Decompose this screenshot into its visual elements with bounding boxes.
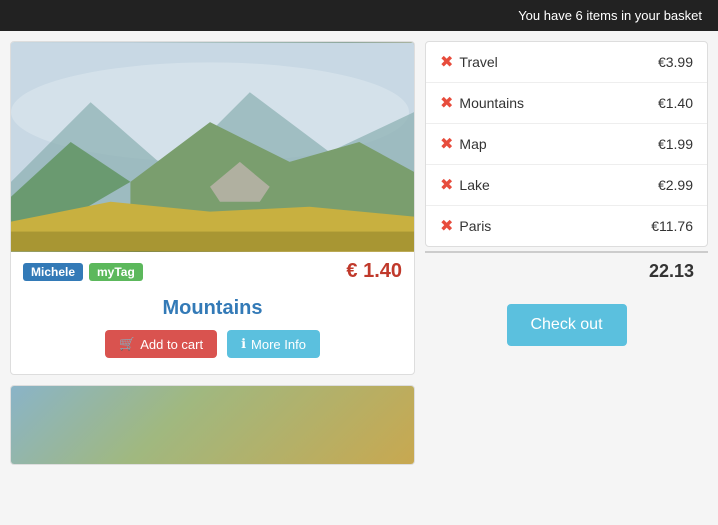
left-panel: Michele myTag € 1.40 Mountains 🛒 Add to … xyxy=(10,41,415,465)
item-price-map: €1.99 xyxy=(658,136,693,152)
basket-item-travel: ✖ Travel €3.99 xyxy=(426,42,707,83)
remove-icon-lake[interactable]: ✖ xyxy=(440,175,453,195)
checkout-button[interactable]: Check out xyxy=(507,304,627,346)
top-bar: You have 6 items in your basket xyxy=(0,0,718,31)
item-name-map: Map xyxy=(459,136,486,152)
item-name-travel: Travel xyxy=(459,54,497,70)
product-image xyxy=(11,42,414,252)
more-info-label: More Info xyxy=(251,337,306,352)
tag-michele: Michele xyxy=(23,263,83,281)
remove-icon-travel[interactable]: ✖ xyxy=(440,52,453,72)
remove-icon-mountains[interactable]: ✖ xyxy=(440,93,453,113)
product-price: € 1.40 xyxy=(346,260,402,283)
item-name-mountains: Mountains xyxy=(459,95,524,111)
basket-item-paris: ✖ Paris €11.76 xyxy=(426,206,707,246)
basket-list: ✖ Travel €3.99 ✖ Mountains €1.40 ✖ Map €… xyxy=(425,41,708,247)
item-price-mountains: €1.40 xyxy=(658,95,693,111)
total-value: 22.13 xyxy=(649,261,694,281)
item-price-lake: €2.99 xyxy=(658,177,693,193)
cart-icon: 🛒 xyxy=(119,336,135,352)
basket-message: You have 6 items in your basket xyxy=(518,8,702,23)
product-tags: Michele myTag xyxy=(23,263,143,281)
product-card-small xyxy=(10,385,415,465)
basket-item-mountains: ✖ Mountains €1.40 xyxy=(426,83,707,124)
remove-icon-map[interactable]: ✖ xyxy=(440,134,453,154)
basket-total: 22.13 xyxy=(425,251,708,290)
tag-mytag: myTag xyxy=(89,263,143,281)
product-title: Mountains xyxy=(11,297,414,320)
info-icon: ℹ xyxy=(241,336,246,352)
basket-item-map: ✖ Map €1.99 xyxy=(426,124,707,165)
add-to-cart-label: Add to cart xyxy=(140,337,203,352)
item-price-paris: €11.76 xyxy=(651,218,693,234)
product-actions: 🛒 Add to cart ℹ More Info xyxy=(11,330,414,358)
item-name-paris: Paris xyxy=(459,218,491,234)
right-panel: ✖ Travel €3.99 ✖ Mountains €1.40 ✖ Map €… xyxy=(425,41,708,465)
add-to-cart-button[interactable]: 🛒 Add to cart xyxy=(105,330,217,358)
product-meta: Michele myTag € 1.40 xyxy=(11,252,414,291)
more-info-button[interactable]: ℹ More Info xyxy=(227,330,320,358)
product-card: Michele myTag € 1.40 Mountains 🛒 Add to … xyxy=(10,41,415,375)
item-name-lake: Lake xyxy=(459,177,489,193)
basket-item-lake: ✖ Lake €2.99 xyxy=(426,165,707,206)
remove-icon-paris[interactable]: ✖ xyxy=(440,216,453,236)
small-product-image xyxy=(11,386,414,464)
item-price-travel: €3.99 xyxy=(658,54,693,70)
